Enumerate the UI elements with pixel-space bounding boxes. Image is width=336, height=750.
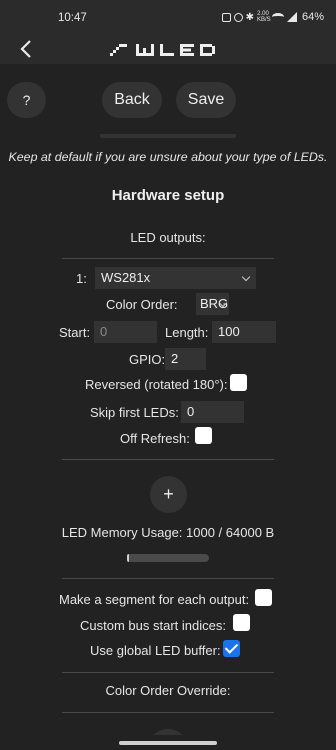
global-buffer-label: Use global LED buffer: <box>90 643 221 658</box>
color-order-select[interactable]: BRG <box>196 293 229 315</box>
length-label: Length: <box>165 325 209 340</box>
length-input[interactable]: 100 <box>212 321 276 343</box>
led-type-select[interactable]: WS281x <box>95 267 256 289</box>
status-icons: ✱ 2.00 KB/S 64% <box>221 11 324 23</box>
top-toolbar: ? Back Save <box>0 64 336 134</box>
reversed-checkbox[interactable] <box>230 374 247 391</box>
settings-content: Keep at default if you are unsure about … <box>0 134 336 735</box>
net-speed-indicator: 2.00 KB/S <box>256 11 271 23</box>
memory-usage-label: LED Memory Usage: 1000 / 64000 B <box>61 525 275 540</box>
chevron-down-icon <box>241 272 251 282</box>
memory-usage-bar <box>127 554 209 562</box>
led-type-select-partial[interactable] <box>100 134 236 138</box>
status-time: 10:47 <box>58 12 87 24</box>
output-index-label: 1: <box>76 271 87 286</box>
color-order-label: Color Order: <box>106 297 178 312</box>
alarm-icon <box>233 12 243 22</box>
battery-level: 64% <box>301 11 324 23</box>
status-bar: 10:47 ✱ 2.00 KB/S 64% <box>0 0 336 34</box>
color-order-override-label: Color Order Override: <box>105 683 231 698</box>
custom-bus-checkbox[interactable] <box>233 614 250 631</box>
reversed-label: Reversed (rotated 180°): <box>85 377 228 392</box>
skip-first-label: Skip first LEDs: <box>90 405 179 420</box>
hardware-setup-heading: Hardware setup <box>111 187 225 204</box>
segment-each-output-checkbox[interactable] <box>255 589 272 606</box>
divider <box>62 258 274 259</box>
custom-bus-label: Custom bus start indices: <box>80 618 226 633</box>
signal-icon <box>286 12 297 22</box>
global-buffer-checkbox[interactable] <box>223 640 240 657</box>
nfc-icon <box>221 12 231 22</box>
led-type-note: Keep at default if you are unsure about … <box>8 150 328 164</box>
bluetooth-icon: ✱ <box>245 11 254 23</box>
led-outputs-label: LED outputs: <box>130 230 206 245</box>
net-speed-unit: KB/S <box>256 17 271 23</box>
off-refresh-checkbox[interactable] <box>195 427 212 444</box>
divider <box>62 578 274 579</box>
skip-first-input[interactable]: 0 <box>181 401 244 423</box>
off-refresh-label: Off Refresh: <box>120 431 190 446</box>
app-bar <box>0 34 336 64</box>
gpio-label: GPIO: <box>129 352 166 367</box>
back-arrow-icon[interactable] <box>16 38 38 60</box>
back-button[interactable]: Back <box>102 82 162 118</box>
memory-usage-fill <box>127 554 130 562</box>
gesture-nav-bar <box>0 735 336 750</box>
segment-each-output-label: Make a segment for each output: <box>59 592 250 607</box>
home-handle[interactable] <box>119 741 217 745</box>
gpio-input[interactable]: 2 <box>165 348 206 370</box>
help-button[interactable]: ? <box>7 82 46 118</box>
start-label: Start: <box>59 325 91 340</box>
led-type-value: WS281x <box>101 270 151 285</box>
wled-logo <box>110 44 215 56</box>
save-button[interactable]: Save <box>176 82 236 118</box>
divider <box>62 672 274 673</box>
start-input[interactable]: 0 <box>94 321 157 343</box>
add-output-button[interactable]: + <box>150 476 187 513</box>
divider <box>62 712 274 713</box>
divider <box>62 459 274 460</box>
wifi-icon <box>271 13 284 21</box>
